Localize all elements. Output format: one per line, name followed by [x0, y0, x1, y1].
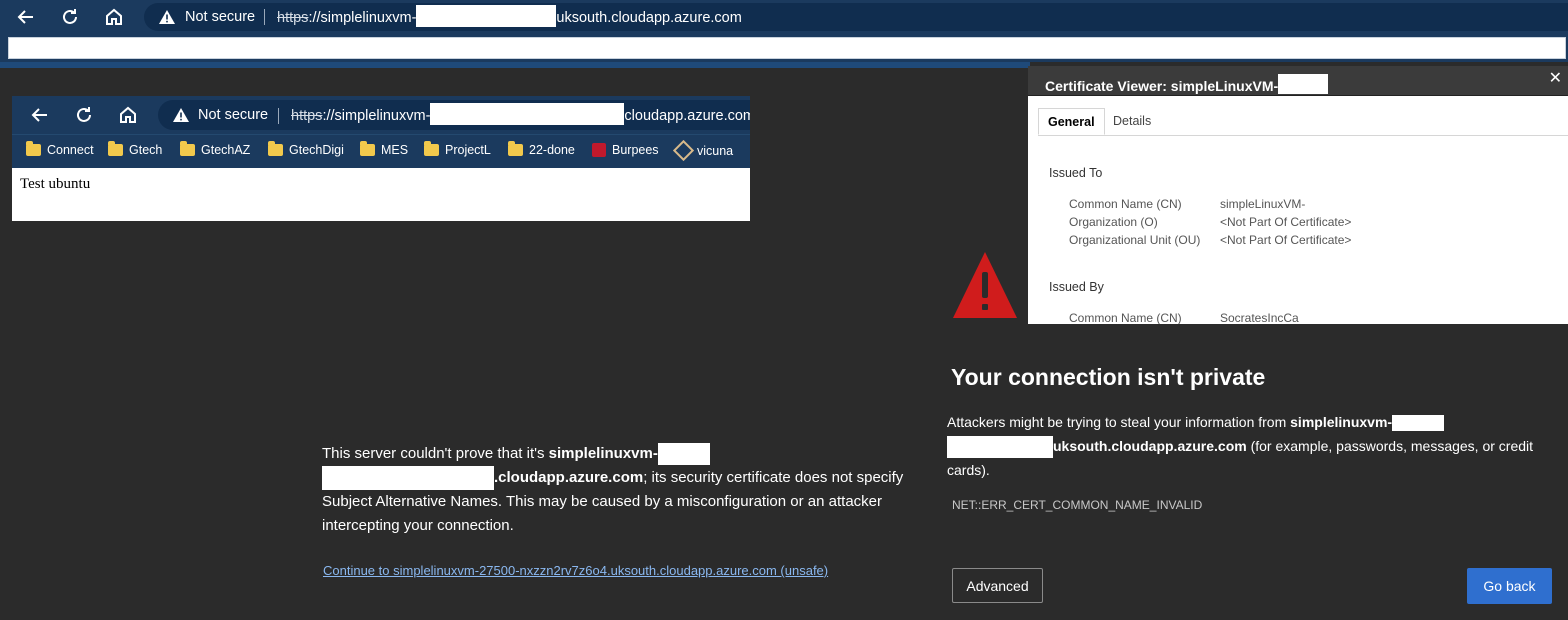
go-back-button[interactable]: Go back [1467, 568, 1552, 604]
tab-details[interactable]: Details [1104, 108, 1160, 135]
bookmark-item[interactable]: Burpees [592, 143, 659, 157]
redacted-block [1392, 415, 1445, 432]
redacted-block [322, 466, 494, 491]
not-secure-label[interactable]: Not secure [198, 107, 268, 123]
cert-field-value: SocratesIncCa [1220, 311, 1299, 324]
address-bar[interactable]: Not secure https://simplelinuxvm-uksouth… [144, 3, 1568, 31]
bookmarks-bar: Connect Gtech GtechAZ GtechDigi MES Proj… [12, 134, 750, 168]
burpees-icon [592, 143, 606, 157]
refresh-icon[interactable] [70, 102, 98, 128]
warning-icon [173, 108, 189, 122]
bookmark-item[interactable]: 22-done [508, 141, 575, 157]
folder-icon [508, 141, 523, 156]
cert-field-label: Common Name (CN) [1069, 311, 1182, 324]
inner-toolbar: Not secure https://simplelinuxvm-cloudap… [12, 96, 750, 134]
folder-icon [180, 141, 195, 156]
cert-field-label: Organization (O) [1069, 215, 1158, 229]
inner-browser-screenshot: Not secure https://simplelinuxvm-cloudap… [12, 96, 750, 221]
divider [264, 9, 265, 25]
close-icon[interactable]: ✕ [1549, 68, 1562, 88]
warning-icon [953, 252, 1017, 318]
page-title: Your connection isn't private [951, 364, 1266, 390]
warning-icon [159, 10, 175, 24]
url-text[interactable]: https://simplelinuxvm-uksouth.cloudapp.a… [277, 5, 742, 27]
home-icon[interactable] [100, 4, 128, 30]
cert-field-value: simpleLinuxVM- [1220, 194, 1342, 211]
back-icon[interactable] [26, 102, 54, 128]
redacted-block [657, 443, 710, 466]
bookmark-item[interactable]: Connect [26, 141, 94, 157]
folder-icon [108, 141, 123, 156]
issued-to-heading: Issued To [1049, 166, 1103, 180]
folder-icon [360, 141, 375, 156]
issued-by-heading: Issued By [1049, 280, 1104, 294]
folder-icon [424, 141, 439, 156]
warning-description: Attackers might be trying to steal your … [947, 414, 1534, 479]
certificate-viewer-dialog: Certificate Viewer: simpleLinuxVM- ✕ Gen… [1028, 66, 1568, 324]
cert-field-value: <Not Part Of Certificate> [1220, 215, 1352, 229]
bookmark-item[interactable]: MES [360, 141, 408, 157]
refresh-icon[interactable] [56, 4, 84, 30]
error-code: NET::ERR_CERT_COMMON_NAME_INVALID [952, 498, 1203, 512]
home-icon[interactable] [114, 102, 142, 128]
page-text: Test ubuntu [20, 176, 91, 192]
bookmark-item[interactable]: GtechAZ [180, 141, 250, 157]
cert-field-value: <Not Part Of Certificate> [1220, 233, 1352, 247]
redacted-block [416, 5, 557, 27]
bookmark-item[interactable]: ProjectL [424, 141, 491, 157]
advanced-details-text: This server couldn't prove that it's sim… [322, 443, 904, 535]
divider [278, 108, 279, 124]
bookmark-item[interactable]: vicuna [672, 139, 733, 162]
cert-field-label: Common Name (CN) [1069, 197, 1182, 211]
vicuna-icon [672, 139, 695, 162]
cert-field-label: Organizational Unit (OU) [1069, 233, 1201, 247]
inner-address-bar[interactable]: Not secure https://simplelinuxvm-cloudap… [158, 100, 750, 130]
tab-bar: General Details [1038, 108, 1568, 136]
redacted-block [947, 436, 1053, 459]
back-icon[interactable] [12, 4, 40, 30]
dialog-title: Certificate Viewer: simpleLinuxVM- [1045, 74, 1329, 95]
redacted-block [1305, 194, 1342, 211]
folder-icon [268, 141, 283, 156]
not-secure-label[interactable]: Not secure [185, 9, 255, 25]
tab-general[interactable]: General [1038, 108, 1105, 135]
bookmark-item[interactable]: Gtech [108, 141, 162, 157]
bookmark-item[interactable]: GtechDigi [268, 141, 344, 157]
folder-icon [26, 141, 41, 156]
advanced-button[interactable]: Advanced [952, 568, 1043, 603]
continue-unsafe-link[interactable]: Continue to simplelinuxvm-27500-nxzzn2rv… [323, 563, 828, 578]
toolbar-edge [0, 62, 1030, 68]
url-text[interactable]: https://simplelinuxvm-cloudapp.azure.com [291, 103, 750, 125]
redacted-block [430, 103, 625, 125]
find-bar[interactable] [8, 37, 1566, 59]
redacted-block [1278, 74, 1329, 95]
